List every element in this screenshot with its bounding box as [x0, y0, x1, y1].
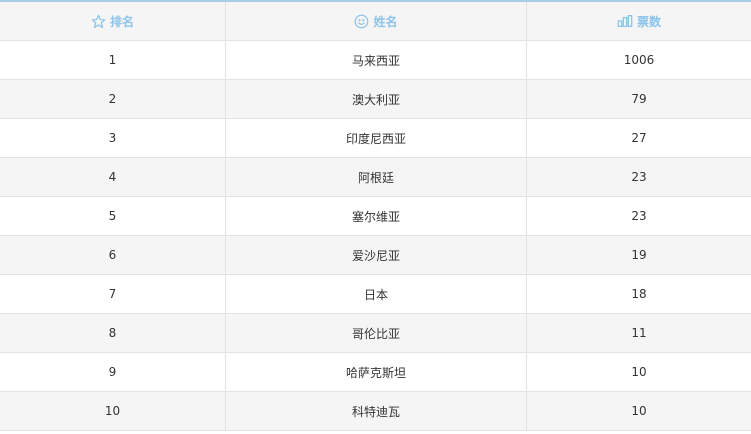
name-header-label: 姓名: [373, 14, 398, 29]
star-icon: [91, 14, 106, 29]
table-row[interactable]: 8 哥伦比亚 11: [0, 314, 751, 353]
votes-header-label: 票数: [636, 14, 661, 29]
name-cell: 澳大利亚: [226, 80, 527, 118]
votes-cell: 1006: [623, 53, 655, 67]
table-row[interactable]: 7 日本 18: [0, 275, 751, 314]
votes-cell: 10: [631, 365, 647, 379]
table-row[interactable]: 6 爱沙尼亚 19: [0, 236, 751, 275]
table-header: 排名 姓名 票数: [0, 2, 751, 41]
rank-cell: 5: [0, 197, 226, 235]
name-cell: 马来西亚: [226, 41, 527, 79]
table-row[interactable]: 4 阿根廷 23: [0, 158, 751, 197]
votes-cell: 23: [631, 170, 647, 184]
votes-cell: 18: [631, 287, 647, 301]
table-row[interactable]: 3 印度尼西亚 27: [0, 119, 751, 158]
rank-cell: 1: [0, 41, 226, 79]
votes-cell: 23: [631, 209, 647, 223]
name-cell: 阿根廷: [226, 158, 527, 196]
rank-cell: 2: [0, 80, 226, 118]
rank-cell: 4: [0, 158, 226, 196]
table-row[interactable]: 1 马来西亚 1006: [0, 41, 751, 80]
votes-cell: 19: [631, 248, 647, 262]
name-cell: 哈萨克斯坦: [226, 353, 527, 391]
table-row[interactable]: 10 科特迪瓦 10: [0, 392, 751, 431]
rank-cell: 6: [0, 236, 226, 274]
name-cell: 哥伦比亚: [226, 314, 527, 352]
rank-cell: 10: [0, 392, 226, 430]
name-cell: 爱沙尼亚: [226, 236, 527, 274]
votes-cell: 11: [631, 326, 647, 340]
rank-column-header[interactable]: 排名: [0, 2, 226, 40]
rank-header-label: 排名: [109, 14, 134, 29]
rank-cell: 8: [0, 314, 226, 352]
rank-cell: 9: [0, 353, 226, 391]
table-row[interactable]: 2 澳大利亚 79: [0, 80, 751, 119]
name-column-header[interactable]: 姓名: [226, 2, 527, 40]
name-cell: 科特迪瓦: [226, 392, 527, 430]
votes-cell: 79: [631, 92, 647, 106]
name-cell: 塞尔维亚: [226, 197, 527, 235]
table-row[interactable]: 5 塞尔维亚 23: [0, 197, 751, 236]
rank-cell: 7: [0, 275, 226, 313]
rank-cell: 3: [0, 119, 226, 157]
smiley-icon: [354, 14, 369, 29]
votes-cell: 27: [631, 131, 647, 145]
votes-column-header[interactable]: 票数: [527, 2, 751, 40]
votes-cell: 10: [631, 404, 647, 418]
name-cell: 日本: [226, 275, 527, 313]
ranking-table: 排名 姓名 票数 1 马来西亚 1006 2 澳大利亚 79 3 印度尼西亚 2…: [0, 0, 751, 431]
table-row[interactable]: 9 哈萨克斯坦 10: [0, 353, 751, 392]
chart-icon: [617, 14, 633, 28]
name-cell: 印度尼西亚: [226, 119, 527, 157]
